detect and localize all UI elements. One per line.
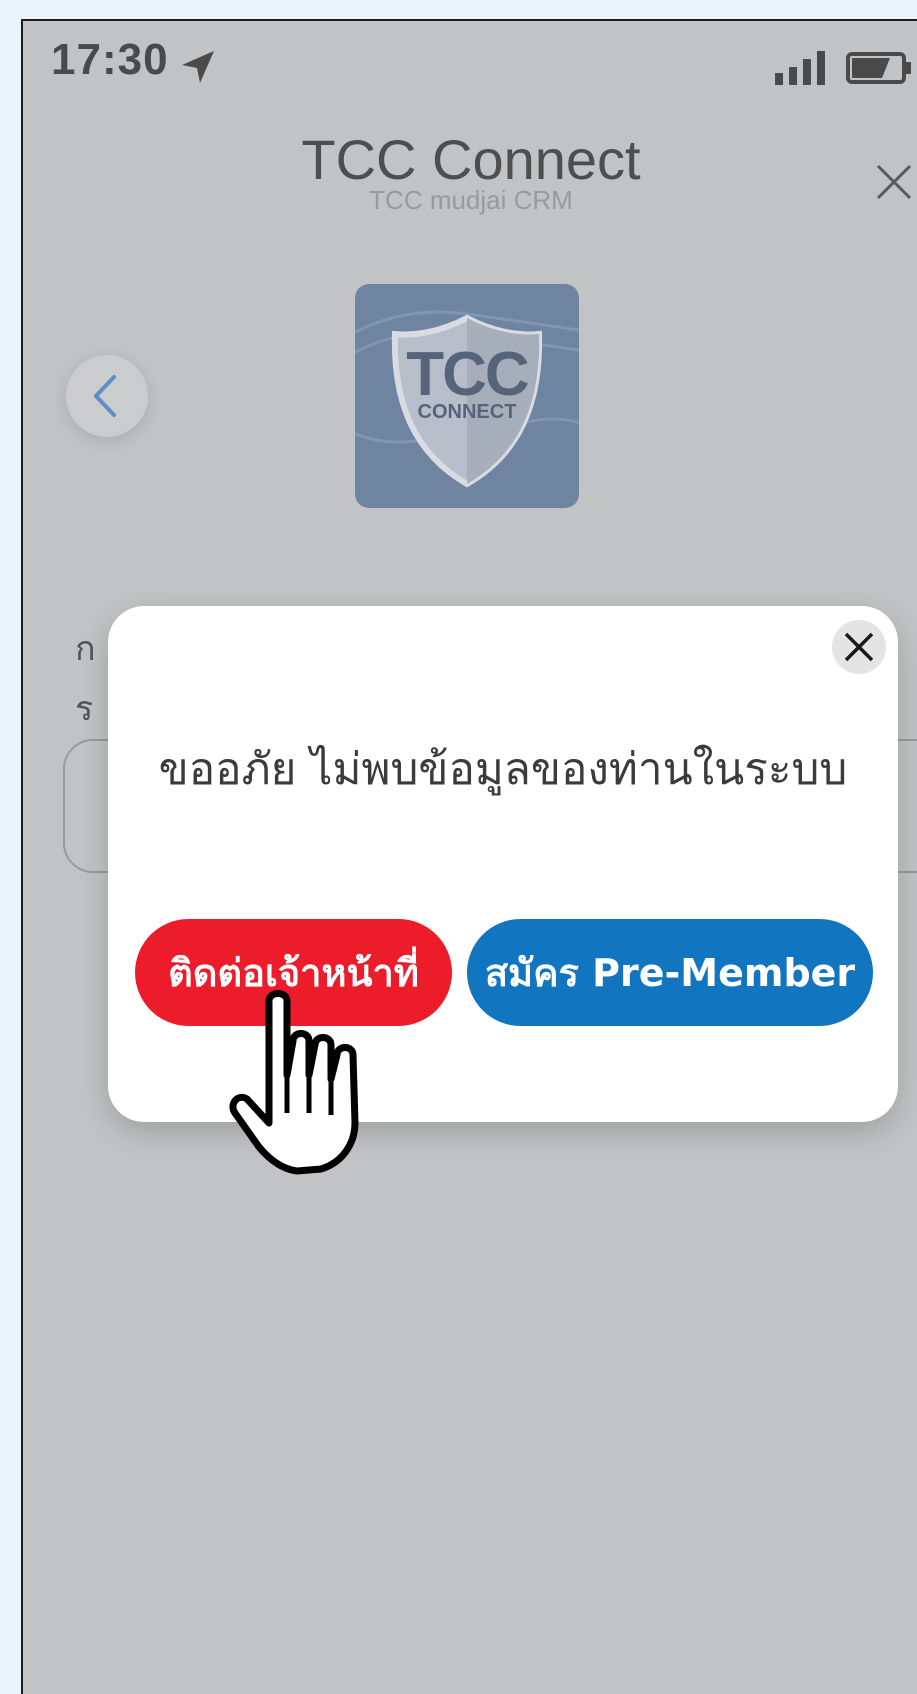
back-button[interactable] [66, 355, 148, 437]
battery-icon [846, 52, 911, 84]
close-icon[interactable] [872, 160, 916, 204]
logo-text-sub: CONNECT [417, 401, 517, 423]
close-icon [844, 632, 874, 662]
signal-icon [775, 51, 825, 85]
chevron-left-icon [94, 375, 116, 417]
dialog-close-button[interactable] [832, 620, 886, 674]
app-logo: TCC CONNECT [355, 284, 579, 508]
app-title: TCC Connect [301, 128, 641, 191]
app-subtitle: TCC mudjai CRM [369, 185, 573, 215]
form-label: ร [75, 690, 94, 728]
dialog-message: ขออภัย ไม่พบข้อมูลของท่านในระบบ [158, 744, 848, 795]
error-dialog: ขออภัย ไม่พบข้อมูลของท่านในระบบ ติดต่อเจ… [108, 606, 898, 1122]
logo-text-main: TCC [406, 340, 529, 409]
form-label: ก [75, 630, 96, 668]
status-time: 17:30 [51, 35, 169, 84]
phone-screen: 17:30 TCC Connect TCC mudjai CRM TCC CON… [21, 19, 917, 1694]
location-arrow-icon [182, 51, 214, 83]
register-pre-member-button[interactable]: สมัคร Pre-Member [467, 919, 873, 1026]
hand-pointer-icon [229, 990, 359, 1175]
